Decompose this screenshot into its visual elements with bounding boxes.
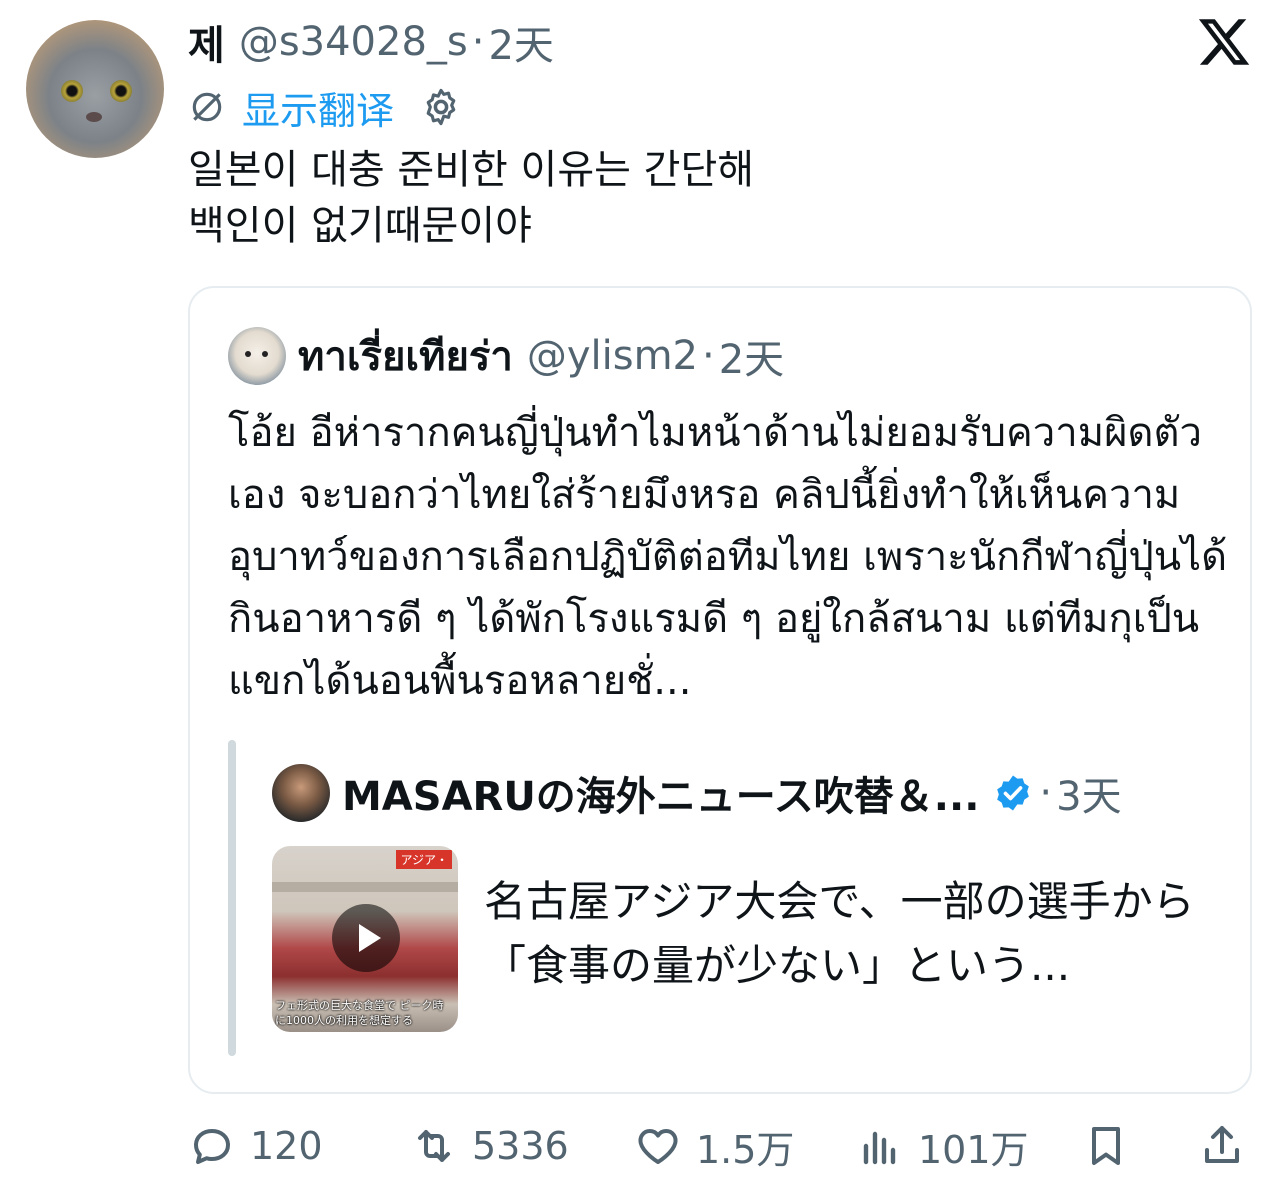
avatar-eye bbox=[110, 80, 132, 102]
verified-badge-icon bbox=[997, 775, 1030, 811]
like-icon bbox=[638, 1129, 678, 1164]
avatar-eye bbox=[262, 351, 268, 357]
play-icon[interactable] bbox=[332, 904, 400, 972]
nested-tweet-text: 名古屋アジア大会で、一部の選手から「食事の量が少ない」という... bbox=[484, 877, 1195, 990]
translate-row: 显示翻译 bbox=[188, 80, 462, 134]
views-button[interactable]: 101万 bbox=[856, 1116, 1029, 1176]
separator-dot: · bbox=[1039, 770, 1053, 816]
thumbnail-caption: フェ形式の巨大な食堂で ピーク時 に1000人の利用を想定する bbox=[275, 999, 444, 1027]
gear-icon[interactable] bbox=[420, 86, 462, 128]
reply-button[interactable]: 120 bbox=[188, 1116, 323, 1176]
share-icon bbox=[1205, 1126, 1239, 1163]
author-handle[interactable]: @s34028_s bbox=[239, 19, 468, 65]
separator-dot: · bbox=[471, 19, 485, 65]
separator-dot: · bbox=[702, 333, 715, 379]
views-count: 101万 bbox=[918, 1127, 1029, 1172]
quoted-tweet-header: ทาเรี่ยเทียร่า @ylism2 · 2天 bbox=[228, 326, 784, 386]
show-translation-link[interactable]: 显示翻译 bbox=[242, 80, 394, 135]
repost-button[interactable]: 5336 bbox=[410, 1116, 569, 1176]
nested-quote-bar bbox=[228, 740, 236, 1056]
quoted-author-display-name[interactable]: ทาเรี่ยเทียร่า bbox=[298, 324, 513, 388]
nested-author-avatar[interactable] bbox=[272, 764, 330, 822]
bookmark-icon bbox=[1092, 1127, 1120, 1165]
like-count: 1.5万 bbox=[696, 1127, 795, 1172]
video-thumbnail[interactable]: アジア・ フェ形式の巨大な食堂で ピーク時 に1000人の利用を想定する bbox=[272, 846, 458, 1032]
repost-count: 5336 bbox=[472, 1124, 569, 1168]
like-button[interactable]: 1.5万 bbox=[634, 1116, 794, 1176]
repost-icon bbox=[418, 1130, 450, 1162]
author-avatar[interactable] bbox=[26, 20, 164, 158]
action-bar: 120 5336 1.5万 101万 bbox=[188, 1116, 1258, 1176]
quoted-tweet-text: โอ้ย อีห่ารากคนญี่ปุ่นทำไมหน้าด้านไม่ยอม… bbox=[228, 410, 1228, 704]
author-line: 제 @s34028_s · 2天 bbox=[188, 14, 554, 70]
bookmark-button[interactable] bbox=[1082, 1116, 1144, 1176]
views-icon bbox=[863, 1131, 896, 1165]
quoted-author-handle[interactable]: @ylism2 bbox=[527, 333, 698, 379]
thumbnail-stripe bbox=[272, 882, 458, 892]
avatar-eye bbox=[61, 80, 83, 102]
quoted-author-avatar[interactable] bbox=[228, 327, 286, 385]
reply-count: 120 bbox=[250, 1124, 323, 1168]
tweet-time[interactable]: 2天 bbox=[488, 13, 553, 71]
avatar-nose bbox=[86, 112, 102, 122]
share-button[interactable] bbox=[1198, 1116, 1260, 1176]
author-display-name[interactable]: 제 bbox=[188, 13, 225, 71]
translate-globe-icon bbox=[192, 92, 222, 122]
nested-author-display-name[interactable]: MASARUの海外ニュース吹替＆... bbox=[342, 764, 979, 822]
nested-tweet-header: MASARUの海外ニュース吹替＆... · 3天 bbox=[272, 762, 1122, 824]
reply-icon bbox=[194, 1129, 230, 1164]
thumbnail-tag: アジア・ bbox=[396, 850, 452, 869]
quoted-tweet-time[interactable]: 2天 bbox=[719, 327, 784, 385]
avatar-eye bbox=[245, 351, 251, 357]
tweet-text: 일본이 대충 준비한 이유는 간단해 백인이 없기때문이야 bbox=[188, 147, 755, 249]
nested-tweet-time[interactable]: 3天 bbox=[1056, 764, 1121, 822]
x-logo-icon[interactable] bbox=[1196, 14, 1252, 70]
